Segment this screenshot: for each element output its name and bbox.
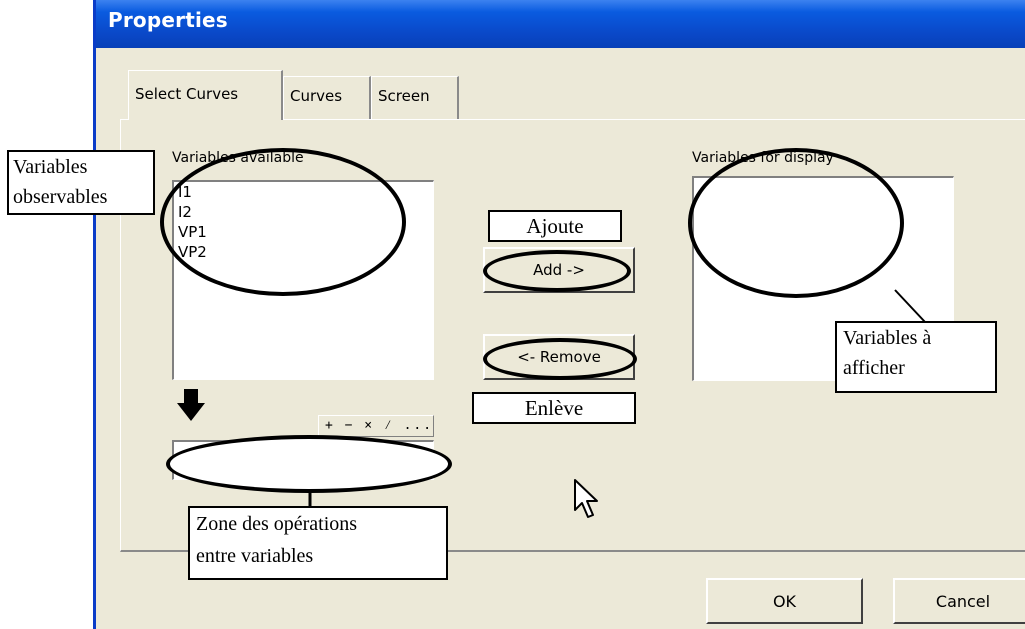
tab-screen[interactable]: Screen xyxy=(371,76,459,120)
tab-select-curves[interactable]: Select Curves xyxy=(128,70,283,120)
annotation-zone: Zone des opérations entre variables xyxy=(188,506,448,580)
annotation-line: Variables à xyxy=(843,327,932,349)
highlight-display-ellipse xyxy=(688,148,904,298)
title-bar[interactable] xyxy=(96,0,1025,48)
annotation-ajoute: Ajoute xyxy=(488,210,622,242)
ok-button[interactable]: OK xyxy=(706,578,863,624)
annotation-line: entre variables xyxy=(196,545,314,567)
highlight-remove-ellipse xyxy=(483,338,637,380)
tab-curves[interactable]: Curves xyxy=(283,76,371,120)
mouse-pointer-icon xyxy=(574,479,598,518)
cancel-button[interactable]: Cancel xyxy=(893,578,1025,624)
annotation-line: Variables xyxy=(13,156,88,178)
highlight-available-ellipse xyxy=(160,148,406,296)
annotation-enleve: Enlève xyxy=(472,392,636,424)
annotation-line: Zone des opérations xyxy=(196,513,358,535)
highlight-add-ellipse xyxy=(483,250,631,292)
annotation-observables: Variables observables xyxy=(7,150,155,215)
annotation-line: observables xyxy=(13,186,108,208)
highlight-operation-ellipse xyxy=(166,435,452,493)
window-title: Properties xyxy=(108,8,228,32)
annotation-line: afficher xyxy=(843,357,905,379)
annotation-afficher: Variables à afficher xyxy=(835,321,997,393)
